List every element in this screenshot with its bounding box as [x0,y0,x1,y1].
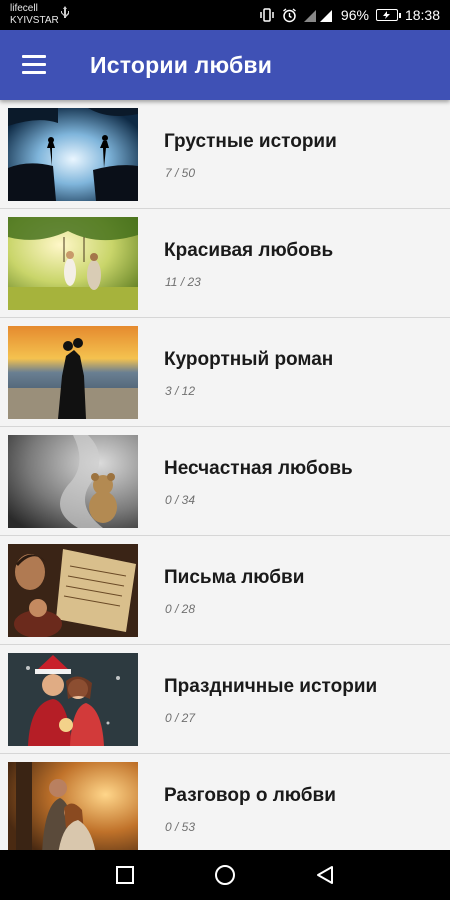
hamburger-menu-icon[interactable] [22,54,48,76]
app-bar: Истории любви [0,30,450,100]
list-item-love-letters[interactable]: Письма любви 0 / 28 [0,536,450,645]
clock: 18:38 [404,7,440,23]
thumbnail-holiday-stories [8,653,138,746]
carrier-2: KYIVSTAR [10,15,59,26]
thumbnail-love-letters [8,544,138,637]
thumbnail-resort-romance [8,326,138,419]
item-title: Несчастная любовь [164,458,353,479]
carrier-names: lifecell KYIVSTAR [10,3,59,27]
item-title: Грустные истории [164,131,337,152]
battery-icon [375,9,401,21]
list-item-resort-romance[interactable]: Курортный роман 3 / 12 [0,318,450,427]
list-item-holiday-stories[interactable]: Праздничные истории 0 / 27 [0,645,450,754]
item-title: Красивая любовь [164,240,334,261]
battery-percent: 96% [340,7,369,23]
item-count: 0 / 34 [165,493,196,507]
signal-icon [303,9,334,22]
list-item-sad-stories[interactable]: Грустные истории 7 / 50 [0,100,450,209]
list-item-love-talk[interactable]: Разговор о любви 0 / 53 [0,754,450,850]
item-count: 11 / 23 [165,275,201,289]
category-list[interactable]: Грустные истории 7 / 50 Красивая любовь … [0,100,450,850]
thumbnail-beautiful-love [8,217,138,310]
item-count: 0 / 28 [165,602,196,616]
page-title: Истории любви [90,52,273,78]
item-title: Разговор о любви [164,785,336,806]
list-item-unhappy-love[interactable]: Несчастная любовь 0 / 34 [0,427,450,536]
home-icon[interactable] [213,863,237,887]
item-count: 0 / 53 [165,820,196,834]
alarm-icon [282,7,297,23]
usb-icon [60,6,70,23]
status-icons: 96% 18:38 [259,6,440,24]
list-item-beautiful-love[interactable]: Красивая любовь 11 / 23 [0,209,450,318]
thumbnail-unhappy-love [8,435,138,528]
item-title: Курортный роман [164,349,334,370]
vibrate-icon [259,8,275,22]
back-icon[interactable] [313,863,337,887]
item-count: 0 / 27 [165,711,196,725]
thumbnail-love-talk [8,762,138,850]
thumbnail-sad-stories [8,108,138,201]
system-nav-bar [0,850,450,900]
carrier-1: lifecell [10,3,38,14]
item-title: Письма любви [164,567,305,588]
item-title: Праздничные истории [164,676,378,697]
item-count: 7 / 50 [165,166,196,180]
item-count: 3 / 12 [165,384,196,398]
recent-apps-icon[interactable] [113,863,137,887]
status-bar: lifecell KYIVSTAR 96% 18:38 [0,0,450,30]
